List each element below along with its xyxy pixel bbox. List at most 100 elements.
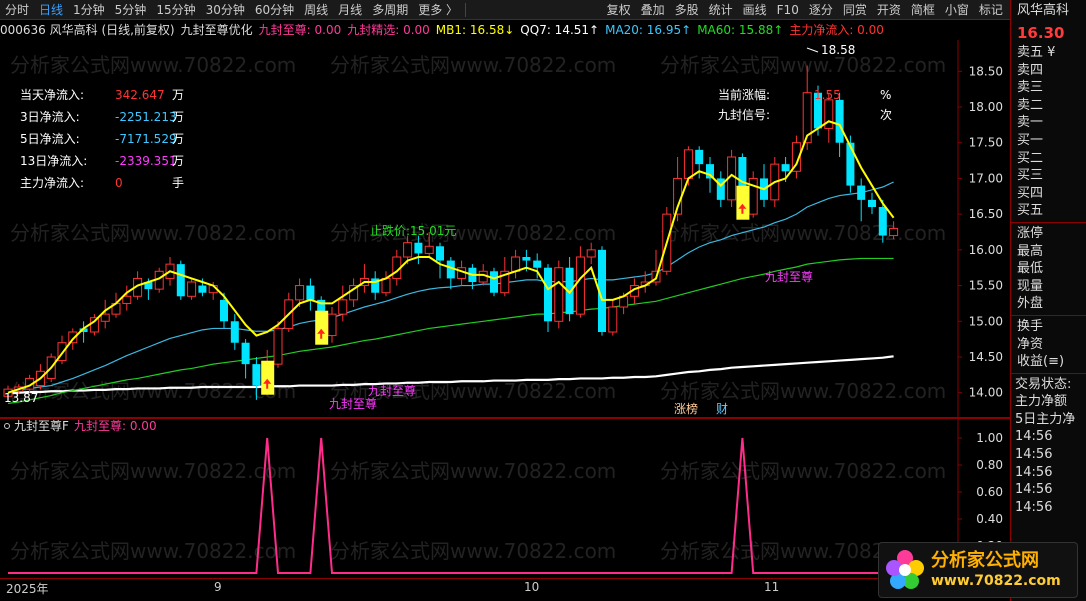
quote-row-2[interactable]: 卖三 (1011, 79, 1086, 97)
quote-row-7[interactable]: 买三 (1011, 167, 1086, 185)
candle-body-down (544, 267, 552, 322)
divider (1011, 221, 1086, 223)
sub-y-tick-label: 0.80 (976, 458, 1003, 472)
flow-label: 主力净流入: (20, 176, 84, 190)
y-tick-label: 15.00 (969, 314, 1003, 328)
flow-label: 13日净流入: (20, 154, 87, 168)
quote-row-9[interactable]: 买五 (1011, 202, 1086, 220)
period-tab-4[interactable]: 15分钟 (151, 0, 200, 20)
period-tab-3[interactable]: 5分钟 (110, 0, 152, 20)
period-tab-8[interactable]: 月线 (333, 0, 367, 20)
candle-body-down (835, 99, 844, 143)
candle-body-down (198, 285, 207, 293)
candle-body-down (695, 149, 704, 165)
divider (1011, 372, 1086, 374)
y-tick-label: 17.00 (969, 171, 1003, 185)
candle-body-down (176, 264, 185, 297)
candle-body-down (220, 299, 228, 322)
flow-label: 当天净流入: (20, 88, 84, 102)
indicator-value-0: 九封至尊: 0.00 (258, 23, 342, 37)
candle-body-up (122, 295, 132, 304)
quote-row-5[interactable]: 买一 (1011, 132, 1086, 150)
quote-row-10[interactable]: 涨停 (1011, 225, 1086, 243)
y-tick-label: 17.50 (969, 136, 1003, 150)
signal-tag-label: 九封至尊 (329, 396, 377, 411)
period-tab-0[interactable]: 分时 (0, 0, 34, 20)
tool-button-8[interactable]: 开资 (872, 0, 906, 20)
quote-row-13[interactable]: 现量 (1011, 278, 1086, 296)
quote-row-6[interactable]: 买二 (1011, 150, 1086, 168)
flow-unit: 万 (172, 154, 184, 168)
settings-icon (4, 423, 10, 429)
signal-box (736, 185, 750, 220)
watermark-text: 分析家公式网www.70822.com (660, 379, 946, 403)
time-item: 14:56 (1015, 447, 1053, 463)
main-net-amount: 主力净额 (1015, 394, 1068, 410)
candle-body-down (230, 321, 239, 343)
quote-row-11[interactable]: 最高 (1011, 243, 1086, 261)
low-price-label: 13.87 (4, 391, 38, 405)
quote-row-16[interactable]: 净资 (1011, 336, 1086, 354)
candle-body-down (533, 260, 542, 268)
time-item: 14:56 (1015, 482, 1053, 498)
flow-value: 342.647 (115, 88, 165, 102)
tool-button-3[interactable]: 统计 (704, 0, 738, 20)
limit-up-tag: 涨榜 (674, 401, 698, 416)
tool-button-1[interactable]: 叠加 (636, 0, 670, 20)
indicator-name: 九封至尊优化 (180, 23, 253, 37)
tool-button-2[interactable]: 多股 (670, 0, 704, 20)
tool-button-10[interactable]: 小窗 (940, 0, 974, 20)
main-kline-chart[interactable]: 分析家公式网www.70822.com 分析家公式网www.70822.com 分析… (0, 40, 1010, 418)
candle-body-up (683, 149, 693, 179)
candle-body-up (889, 227, 899, 237)
candle-body-down (846, 142, 855, 186)
sub-indicator-chart[interactable]: 分析家公式网www.70822.com 分析家公式网www.70822.com 分析… (0, 418, 1010, 578)
tool-button-6[interactable]: 逐分 (804, 0, 838, 20)
y-tick-label: 14.00 (969, 386, 1003, 400)
signal-unit: 次 (880, 108, 892, 122)
flow-unit: 手 (172, 176, 184, 190)
quote-row-17[interactable]: 收益(≡) (1011, 353, 1086, 371)
period-tab-7[interactable]: 周线 (299, 0, 333, 20)
time-item: 14:56 (1015, 499, 1053, 515)
quote-row-3[interactable]: 卖二 (1011, 97, 1086, 115)
indicator-value-3: QQ7: 14.51↑ (520, 23, 600, 37)
candle-body-down (490, 271, 498, 293)
quote-row-4[interactable]: 卖一 (1011, 114, 1086, 132)
tool-button-0[interactable]: 复权 (602, 0, 636, 20)
quote-row-15[interactable]: 换手 (1011, 318, 1086, 336)
watermark-text: 分析家公式网www.70822.com (330, 459, 616, 483)
indicator-value-6: 主力净流入: 0.00 (789, 23, 884, 37)
period-tab-10[interactable]: 更多 〉 (413, 0, 463, 20)
period-tab-1[interactable]: 日线 (34, 0, 68, 20)
tool-button-9[interactable]: 简框 (906, 0, 940, 20)
candle-body-up (575, 256, 585, 315)
time-list: 14:56 14:56 14:56 14:56 14:56 (1011, 428, 1086, 516)
flow-unit: 万 (172, 110, 184, 124)
finance-tag: 财 (716, 402, 728, 416)
quote-row-0[interactable]: 卖五 ¥ (1011, 44, 1086, 62)
quote-row-1[interactable]: 卖四 (1011, 62, 1086, 80)
watermark-text: 分析家公式网www.70822.com (660, 459, 946, 483)
candle-body-up (187, 281, 197, 297)
logo-url: www.70822.com (931, 573, 1061, 589)
period-tab-5[interactable]: 30分钟 (201, 0, 250, 20)
tool-button-11[interactable]: 标记 (974, 0, 1008, 20)
quote-row-8[interactable]: 买四 (1011, 185, 1086, 203)
tool-button-5[interactable]: F10 (772, 0, 804, 20)
x-tick-nov: 11 (764, 580, 780, 594)
y-tick-label: 15.50 (969, 279, 1003, 293)
period-tab-9[interactable]: 多周期 (367, 0, 413, 20)
quote-row-14[interactable]: 外盘 (1011, 295, 1086, 313)
tool-button-7[interactable]: 同赏 (838, 0, 872, 20)
candle-body-down (878, 207, 887, 236)
tool-button-4[interactable]: 画线 (738, 0, 772, 20)
candle-body-up (608, 306, 618, 333)
change-unit: % (880, 88, 891, 102)
candle-body-down (857, 185, 866, 200)
signal-label: 九封信号: (718, 108, 770, 122)
period-tab-6[interactable]: 60分钟 (250, 0, 299, 20)
stock-title: 000636 风华高科 (日线,前复权) (0, 23, 175, 37)
period-tab-2[interactable]: 1分钟 (68, 0, 110, 20)
quote-row-12[interactable]: 最低 (1011, 260, 1086, 278)
